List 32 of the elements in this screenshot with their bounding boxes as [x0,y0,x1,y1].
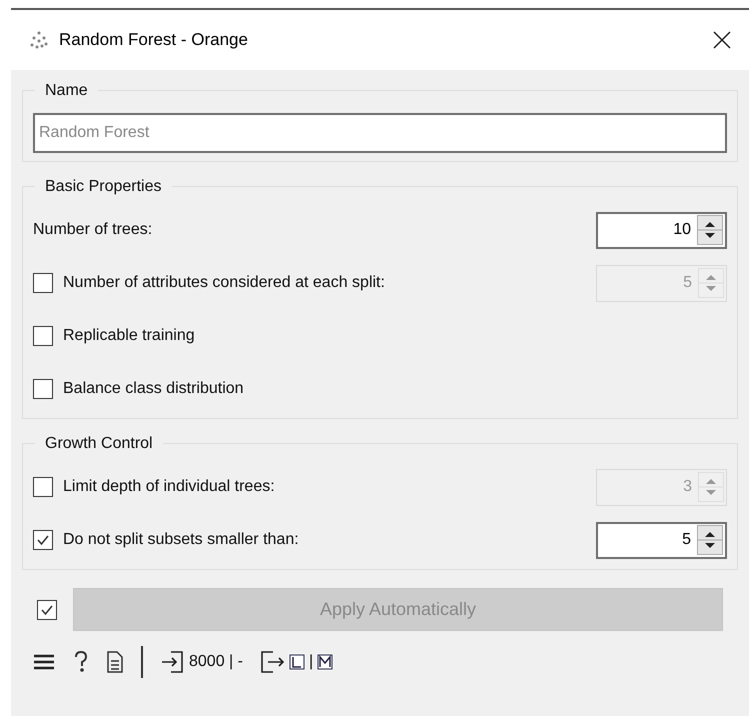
spin-box[interactable]: 10 [596,212,727,248]
input-icon[interactable] [161,651,183,673]
input-summary: 8000 | - [189,652,243,672]
app-icon [29,30,49,50]
spin-arrows-icon[interactable] [697,525,723,555]
help-icon[interactable] [73,650,89,674]
checkbox[interactable] [33,379,53,399]
option-label: Number of trees: [33,220,154,240]
document-icon[interactable] [107,651,123,673]
window-title: Random Forest - Orange [59,29,249,52]
name-field[interactable]: Random Forest [33,113,727,153]
menu-icon[interactable] [33,653,55,671]
output-icon[interactable] [260,651,285,673]
spin-value: 5 [683,273,692,293]
spin-box[interactable]: 5 [596,522,727,558]
option-label: Do not split subsets smaller than: [63,530,300,550]
model-icon [317,654,334,670]
check-icon [40,602,54,616]
option-label: Limit depth of individual trees: [63,477,276,497]
output-separator: | [308,652,314,672]
spin-value: 5 [682,530,691,550]
checkbox[interactable] [33,530,53,550]
spin-value: 10 [673,220,691,240]
spin-arrows-icon[interactable] [697,215,723,245]
option-label: Number of attributes considered at each split: [63,273,386,293]
close-icon[interactable] [713,31,731,49]
check-icon [36,533,50,547]
spin-value: 3 [683,477,692,497]
option-label: Replicable training [63,326,196,346]
checkbox[interactable] [33,326,53,346]
model-icon [288,654,305,670]
option-label: Balance class distribution [63,379,245,399]
